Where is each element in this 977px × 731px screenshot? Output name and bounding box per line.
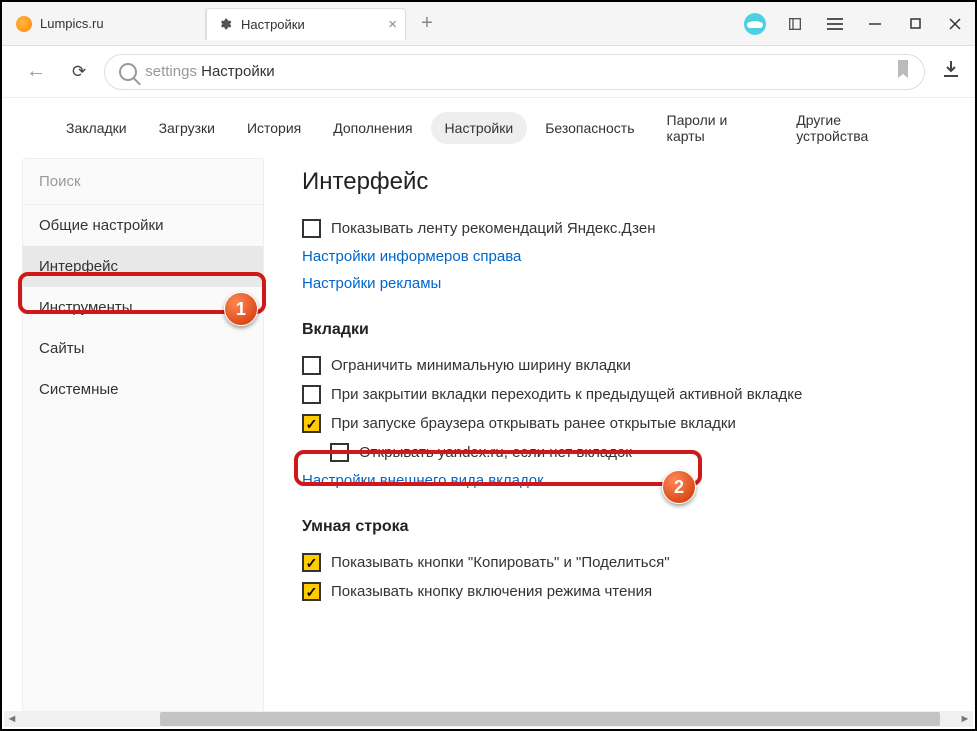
settings-topnav: Закладки Загрузки История Дополнения Нас…	[2, 98, 975, 158]
page-title: Интерфейс	[302, 168, 947, 196]
tab-label: Настройки	[241, 17, 305, 32]
sidebar-item-sites[interactable]: Сайты	[23, 328, 263, 369]
nav-bookmarks[interactable]: Закладки	[52, 112, 141, 144]
close-tab-previous-row[interactable]: При закрытии вкладки переходить к предыд…	[302, 380, 947, 409]
checkbox-label: При закрытии вкладки переходить к предыд…	[331, 386, 802, 403]
scrollbar-thumb[interactable]	[160, 712, 940, 726]
scroll-right-icon[interactable]: ►	[957, 713, 973, 725]
scroll-left-icon[interactable]: ◄	[4, 713, 20, 725]
bookmark-icon[interactable]	[896, 60, 910, 83]
limit-tab-width-row[interactable]: Ограничить минимальную ширину вкладки	[302, 351, 947, 380]
sidebar-search[interactable]: Поиск	[23, 159, 263, 205]
annotation-highlight-2	[294, 450, 702, 486]
close-window-button[interactable]	[935, 7, 975, 41]
checkbox-icon[interactable]	[302, 582, 321, 601]
nav-devices[interactable]: Другие устройства	[782, 104, 925, 152]
lumpics-favicon-icon	[16, 16, 32, 32]
tab-settings[interactable]: Настройки ×	[206, 8, 406, 40]
settings-main: Интерфейс Показывать ленту рекомендаций …	[282, 158, 957, 713]
settings-sidebar: Поиск Общие настройки Интерфейс Инструме…	[22, 158, 264, 713]
downloads-icon[interactable]	[943, 60, 959, 83]
minimize-button[interactable]	[855, 7, 895, 41]
nav-passwords[interactable]: Пароли и карты	[653, 104, 779, 152]
back-button[interactable]: ←	[18, 56, 54, 87]
sidebar-item-general[interactable]: Общие настройки	[23, 205, 263, 246]
horizontal-scrollbar[interactable]: ◄ ►	[4, 711, 973, 727]
cloud-icon[interactable]	[735, 7, 775, 41]
ads-link[interactable]: Настройки рекламы	[302, 270, 947, 297]
restore-tabs-row[interactable]: При запуске браузера открывать ранее отк…	[302, 409, 947, 438]
omnibox-text: settings Настройки	[145, 63, 274, 80]
smartbar-section-heading: Умная строка	[302, 518, 947, 536]
title-bar: Lumpics.ru Настройки × +	[2, 2, 975, 46]
checkbox-icon[interactable]	[302, 385, 321, 404]
omnibox[interactable]: settings Настройки	[104, 54, 925, 90]
checkbox-icon[interactable]	[302, 219, 321, 238]
checkbox-label: Ограничить минимальную ширину вкладки	[331, 357, 631, 374]
informers-link[interactable]: Настройки информеров справа	[302, 243, 947, 270]
close-tab-icon[interactable]: ×	[388, 16, 397, 33]
tab-lumpics[interactable]: Lumpics.ru	[6, 8, 206, 40]
reload-button[interactable]: ⟳	[64, 58, 94, 86]
checkbox-label: Показывать кнопку включения режима чтени…	[331, 583, 652, 600]
collections-icon[interactable]	[775, 7, 815, 41]
new-tab-button[interactable]: +	[412, 9, 442, 39]
search-engine-icon	[119, 63, 137, 81]
maximize-button[interactable]	[895, 7, 935, 41]
nav-downloads[interactable]: Загрузки	[145, 112, 229, 144]
tabs-section-heading: Вкладки	[302, 321, 947, 339]
checkbox-icon[interactable]	[302, 553, 321, 572]
checkbox-icon[interactable]	[302, 356, 321, 375]
gear-icon	[217, 16, 233, 32]
content-area: Поиск Общие настройки Интерфейс Инструме…	[2, 158, 975, 713]
annotation-badge-1: 1	[224, 292, 258, 326]
nav-addons[interactable]: Дополнения	[319, 112, 426, 144]
sidebar-item-system[interactable]: Системные	[23, 369, 263, 410]
reader-mode-button-row[interactable]: Показывать кнопку включения режима чтени…	[302, 577, 947, 606]
checkbox-label: При запуске браузера открывать ранее отк…	[331, 415, 736, 432]
address-bar: ← ⟳ settings Настройки	[2, 46, 975, 98]
nav-security[interactable]: Безопасность	[531, 112, 648, 144]
zen-checkbox-row[interactable]: Показывать ленту рекомендаций Яндекс.Дзе…	[302, 214, 947, 243]
checkbox-icon[interactable]	[302, 414, 321, 433]
copy-share-buttons-row[interactable]: Показывать кнопки "Копировать" и "Подели…	[302, 548, 947, 577]
checkbox-label: Показывать кнопки "Копировать" и "Подели…	[331, 554, 670, 571]
annotation-badge-2: 2	[662, 470, 696, 504]
menu-icon[interactable]	[815, 7, 855, 41]
nav-settings[interactable]: Настройки	[431, 112, 528, 144]
tab-label: Lumpics.ru	[40, 16, 104, 31]
nav-history[interactable]: История	[233, 112, 315, 144]
checkbox-label: Показывать ленту рекомендаций Яндекс.Дзе…	[331, 220, 656, 237]
